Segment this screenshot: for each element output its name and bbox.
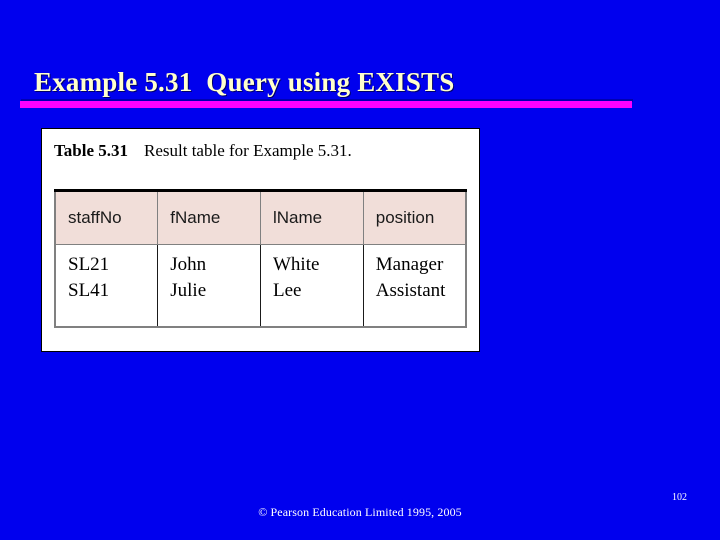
table-caption-label: Table 5.31 xyxy=(54,141,129,160)
cell-line: SL41 xyxy=(68,280,110,301)
cell-line: John xyxy=(170,254,207,275)
title-rule xyxy=(20,101,632,108)
table-caption: Table 5.31 Result table for Example 5.31. xyxy=(42,129,479,161)
page-number: 102 xyxy=(672,492,687,503)
copyright-notice: © Pearson Education Limited 1995, 2005 xyxy=(258,505,462,519)
cell-lname: White Lee xyxy=(260,244,364,328)
column-header-position: position xyxy=(362,189,467,245)
cell-position: Manager Assistant xyxy=(362,244,467,328)
column-header-fname: fName xyxy=(157,189,261,245)
column-header-staffno: staffNo xyxy=(54,189,159,245)
page-title: Example 5.31 Query using EXISTS xyxy=(34,67,455,97)
table-caption-text: Result table for Example 5.31. xyxy=(144,141,352,160)
table-header-row: staffNo fName lName position xyxy=(54,189,467,245)
cell-line: Manager xyxy=(375,254,444,275)
cell-line: Assistant xyxy=(375,280,446,301)
cell-line: Julie xyxy=(170,280,207,301)
cell-line: Lee xyxy=(273,280,302,301)
title-block: Example 5.31 Query using EXISTS xyxy=(0,66,720,108)
result-table-panel: Table 5.31 Result table for Example 5.31.… xyxy=(41,128,480,352)
result-table: staffNo fName lName position SL21 SL41 J… xyxy=(54,189,467,328)
column-header-lname: lName xyxy=(260,189,364,245)
cell-line: SL21 xyxy=(68,254,110,275)
slide: Example 5.31 Query using EXISTS Table 5.… xyxy=(0,0,720,540)
cell-staffno: SL21 SL41 xyxy=(54,244,159,328)
table-row: SL21 SL41 John Julie White Lee Manager A… xyxy=(54,244,467,328)
cell-line: White xyxy=(273,254,320,275)
cell-fname: John Julie xyxy=(157,244,261,328)
